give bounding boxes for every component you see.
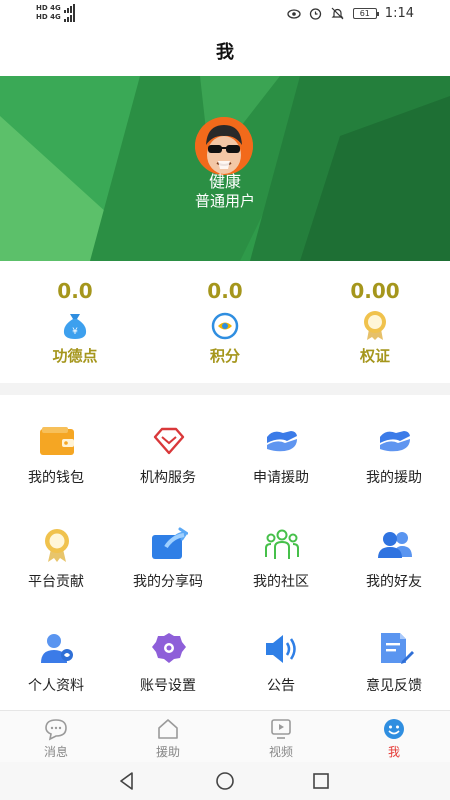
video-icon [269, 717, 293, 741]
speaker-icon [263, 631, 301, 667]
profile-icon [38, 631, 76, 667]
menu-account-settings[interactable]: 账号设置 [112, 603, 224, 707]
user-role: 普通用户 [194, 192, 255, 210]
status-time: 1:14 [384, 6, 414, 21]
menu-profile[interactable]: 个人资料 [0, 603, 112, 707]
menu-contribution[interactable]: 平台贡献 [0, 499, 112, 603]
network-label-2: HD 4G [36, 13, 61, 21]
gear-icon [150, 631, 188, 667]
stat-value: 0.00 [350, 279, 400, 303]
user-name: 健康 [208, 172, 241, 191]
menu-label: 申请援助 [253, 470, 309, 486]
stat-warrant[interactable]: 0.00 权证 [300, 261, 450, 383]
message-icon [44, 717, 68, 741]
home-icon [156, 717, 180, 741]
page-title: 我 [216, 42, 234, 63]
menu-share-code[interactable]: 我的分享码 [112, 499, 224, 603]
stats-row: 0.0 ¥ 功德点 0.0 积分 0.00 权证 [0, 261, 450, 383]
back-icon[interactable] [116, 770, 138, 792]
community-icon [263, 527, 301, 563]
money-bag-icon: ¥ [59, 309, 91, 341]
menu-label: 平台贡献 [28, 574, 84, 590]
stat-value: 0.0 [207, 279, 243, 303]
diamond-icon [150, 423, 188, 459]
tab-label: 视频 [268, 745, 293, 759]
bottom-tab-bar: 消息 援助 视频 我 [0, 710, 450, 762]
wallet-icon [38, 423, 76, 459]
menu-label: 公告 [267, 678, 295, 694]
medal-icon [38, 527, 76, 563]
signal-icon [63, 13, 75, 22]
feature-grid: 我的钱包 机构服务 申请援助 我的援助 平台贡献 我的分享码 我的社区 我的好友… [0, 395, 450, 710]
menu-label: 个人资料 [28, 678, 84, 694]
tab-me[interactable]: 我 [338, 711, 450, 763]
menu-org-service[interactable]: 机构服务 [112, 395, 224, 499]
tab-video[interactable]: 视频 [225, 711, 337, 763]
mute-icon [331, 7, 345, 21]
eye-icon [287, 7, 301, 21]
alarm-icon [309, 7, 323, 21]
section-divider [0, 383, 450, 395]
menu-friends[interactable]: 我的好友 [338, 499, 450, 603]
recents-icon[interactable] [310, 770, 332, 792]
signal-icon [63, 4, 75, 13]
home-button-icon[interactable] [214, 770, 236, 792]
points-icon [209, 309, 241, 341]
menu-announcement[interactable]: 公告 [225, 603, 337, 707]
stat-label: 功德点 [52, 347, 98, 365]
menu-label: 我的社区 [253, 574, 309, 590]
battery-icon: 61 [352, 8, 379, 19]
menu-label: 我的援助 [366, 470, 422, 486]
tab-label: 我 [387, 745, 400, 759]
menu-apply-aid[interactable]: 申请援助 [225, 395, 337, 499]
stat-merit[interactable]: 0.0 ¥ 功德点 [0, 261, 150, 383]
system-nav-bar [0, 762, 450, 800]
menu-label: 我的钱包 [28, 470, 84, 486]
menu-feedback[interactable]: 意见反馈 [338, 603, 450, 707]
menu-label: 我的分享码 [133, 574, 203, 590]
handshake-icon [376, 423, 414, 459]
tab-label: 消息 [43, 745, 68, 759]
tab-messages[interactable]: 消息 [0, 711, 112, 763]
stat-label: 积分 [209, 347, 240, 365]
menu-my-aid[interactable]: 我的援助 [338, 395, 450, 499]
tab-label: 援助 [155, 745, 180, 759]
stat-points[interactable]: 0.0 积分 [150, 261, 300, 383]
friends-icon [376, 527, 414, 563]
share-icon [150, 527, 191, 563]
stat-label: 权证 [359, 347, 390, 365]
menu-wallet[interactable]: 我的钱包 [0, 395, 112, 499]
signal-indicators: HD 4G HD 4G [36, 4, 75, 22]
stat-value: 0.0 [57, 279, 93, 303]
handshake-icon [263, 423, 301, 459]
status-bar: HD 4G HD 4G 61 1:14 [0, 0, 450, 30]
menu-label: 我的好友 [366, 574, 422, 590]
avatar[interactable] [195, 117, 253, 175]
profile-banner: 健康 普通用户 [0, 76, 450, 261]
menu-label: 账号设置 [140, 678, 196, 694]
svg-text:¥: ¥ [72, 327, 78, 337]
feedback-icon [376, 631, 414, 667]
menu-label: 意见反馈 [366, 678, 422, 694]
tab-aid[interactable]: 援助 [112, 711, 224, 763]
badge-icon [359, 309, 391, 341]
network-label-1: HD 4G [36, 4, 61, 12]
menu-label: 机构服务 [140, 470, 196, 486]
menu-community[interactable]: 我的社区 [225, 499, 337, 603]
me-icon [382, 717, 406, 741]
